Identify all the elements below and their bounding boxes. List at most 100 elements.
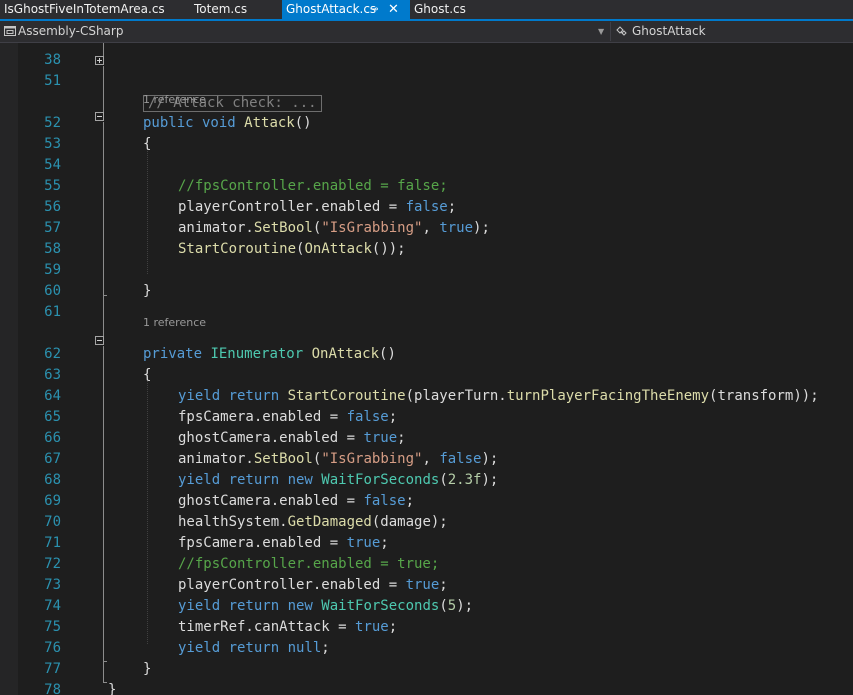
code-line[interactable]: 38 — [0, 50, 853, 71]
code-line[interactable]: 61 — [0, 302, 853, 323]
code-text: fpsCamera.enabled = false; — [178, 407, 397, 428]
code-token: fpsCamera.enabled = — [178, 409, 347, 425]
line-number: 51 — [44, 73, 61, 89]
code-text: { — [143, 134, 151, 155]
code-line[interactable]: 68 yield return new WaitForSeconds(2.3f); — [0, 470, 853, 491]
code-line[interactable]: 58 StartCoroutine(OnAttack()); — [0, 239, 853, 260]
line-number: 38 — [44, 52, 61, 68]
line-number: 61 — [44, 304, 61, 320]
code-token: WaitForSeconds — [321, 598, 440, 614]
tab-label: GhostAttack.cs — [286, 2, 377, 16]
code-token: ); — [481, 472, 499, 488]
code-line[interactable]: 56 playerController.enabled = false; — [0, 197, 853, 218]
code-line[interactable]: 52 public void Attack() — [0, 113, 853, 134]
line-number: 60 — [44, 283, 61, 299]
code-token: OnAttack — [304, 241, 372, 257]
code-line[interactable]: 73 playerController.enabled = true; — [0, 575, 853, 596]
code-line[interactable]: 63 { — [0, 365, 853, 386]
code-token: ; — [439, 577, 448, 593]
code-line[interactable]: 60} — [0, 281, 853, 302]
code-line[interactable]: 72 //fpsController.enabled = true; — [0, 554, 853, 575]
line-number: 66 — [44, 430, 61, 446]
code-token: false — [346, 409, 389, 425]
code-token: ghostCamera.enabled = — [178, 493, 364, 509]
tab-ghost[interactable]: Ghost.cs — [410, 0, 490, 19]
line-number: 59 — [44, 262, 61, 278]
code-token: 2.3f — [447, 472, 482, 488]
line-number: 58 — [44, 241, 61, 257]
code-line[interactable]: 57 animator.SetBool("IsGrabbing", true); — [0, 218, 853, 239]
code-text: { — [143, 365, 151, 386]
code-token: ); — [481, 451, 499, 467]
chevron-down-icon[interactable]: ▼ — [598, 22, 604, 41]
code-line[interactable]: 70 healthSystem.GetDamaged(damage); — [0, 512, 853, 533]
code-text: playerController.enabled = false; — [178, 197, 456, 218]
code-line[interactable]: 69 ghostCamera.enabled = false; — [0, 491, 853, 512]
code-line[interactable]: 53 { — [0, 134, 853, 155]
code-editor[interactable]: // Attack check: ... 1 reference 1 refer… — [0, 43, 853, 695]
code-token: , — [422, 451, 440, 467]
line-number: 55 — [44, 178, 61, 194]
code-token: ( — [439, 598, 448, 614]
code-token: yield return new — [178, 598, 322, 614]
code-token: false — [439, 451, 482, 467]
code-line[interactable]: 51 — [0, 71, 853, 92]
codelens-references[interactable]: 1 reference — [143, 89, 206, 110]
code-line[interactable]: 74 yield return new WaitForSeconds(5); — [0, 596, 853, 617]
code-line[interactable]: 62 private IEnumerator OnAttack() — [0, 344, 853, 365]
code-token: Attack — [244, 115, 295, 131]
code-token: OnAttack — [311, 346, 380, 362]
code-line[interactable]: 71 fpsCamera.enabled = true; — [0, 533, 853, 554]
tab-isghostfiveintotemarea[interactable]: IsGhostFiveInTotemArea.cs — [0, 0, 190, 19]
line-number: 64 — [44, 388, 61, 404]
project-name: Assembly-CSharp — [18, 24, 124, 38]
code-line[interactable]: 59 — [0, 260, 853, 281]
code-token: true — [363, 430, 398, 446]
code-token: } — [143, 283, 152, 299]
code-token: healthSystem. — [178, 514, 288, 530]
code-line[interactable]: 67 animator.SetBool("IsGrabbing", false); — [0, 449, 853, 470]
code-token: ()); — [371, 241, 406, 257]
code-token: false — [405, 199, 448, 215]
code-token: ; — [321, 640, 330, 656]
code-token: 5 — [447, 598, 457, 614]
tab-totem[interactable]: Totem.cs — [190, 0, 282, 19]
code-line[interactable]: 54 — [0, 155, 853, 176]
code-token: , — [422, 220, 440, 236]
code-token: yield return new — [178, 472, 322, 488]
code-text: private IEnumerator OnAttack() — [143, 344, 396, 365]
code-text: yield return new WaitForSeconds(5); — [178, 596, 473, 617]
code-token: ); — [473, 220, 490, 236]
code-line[interactable]: 76 yield return null; — [0, 638, 853, 659]
code-text: fpsCamera.enabled = true; — [178, 533, 389, 554]
code-token: //fpsController.enabled = true; — [178, 556, 440, 572]
code-line[interactable]: 66 ghostCamera.enabled = true; — [0, 428, 853, 449]
code-token: ; — [388, 619, 398, 635]
code-line[interactable]: 65 fpsCamera.enabled = false; — [0, 407, 853, 428]
pin-icon[interactable]: ⊸ — [370, 0, 378, 19]
code-token: ; — [447, 199, 457, 215]
line-number: 76 — [44, 640, 61, 656]
member-dropdown[interactable]: GhostAttack — [610, 22, 853, 41]
close-icon[interactable]: ✕ — [388, 0, 399, 19]
code-line[interactable]: 75 timerRef.canAttack = true; — [0, 617, 853, 638]
line-number: 54 — [44, 157, 61, 173]
code-line[interactable]: 77} — [0, 659, 853, 680]
code-line[interactable]: 55 //fpsController.enabled = false; — [0, 176, 853, 197]
tab-label: Ghost.cs — [414, 2, 466, 16]
code-line[interactable]: 64 yield return StartCoroutine(playerTurn… — [0, 386, 853, 407]
code-token: GetDamaged — [287, 514, 372, 530]
code-token: animator. — [178, 220, 254, 236]
code-token: yield return — [178, 388, 288, 404]
code-token: { — [143, 367, 152, 383]
code-token: () — [379, 346, 396, 362]
code-token: (damage); — [371, 514, 448, 530]
line-number: 57 — [44, 220, 61, 236]
code-line[interactable]: 78} — [0, 680, 853, 695]
tab-ghostattack[interactable]: GhostAttack.cs ⊸ ✕ — [282, 0, 410, 19]
line-number: 68 — [44, 472, 61, 488]
code-token: ; — [397, 430, 406, 446]
line-number: 56 — [44, 199, 61, 215]
code-token: yield return null — [178, 640, 322, 656]
project-dropdown[interactable]: Assembly-CSharp ▼ — [0, 22, 610, 41]
